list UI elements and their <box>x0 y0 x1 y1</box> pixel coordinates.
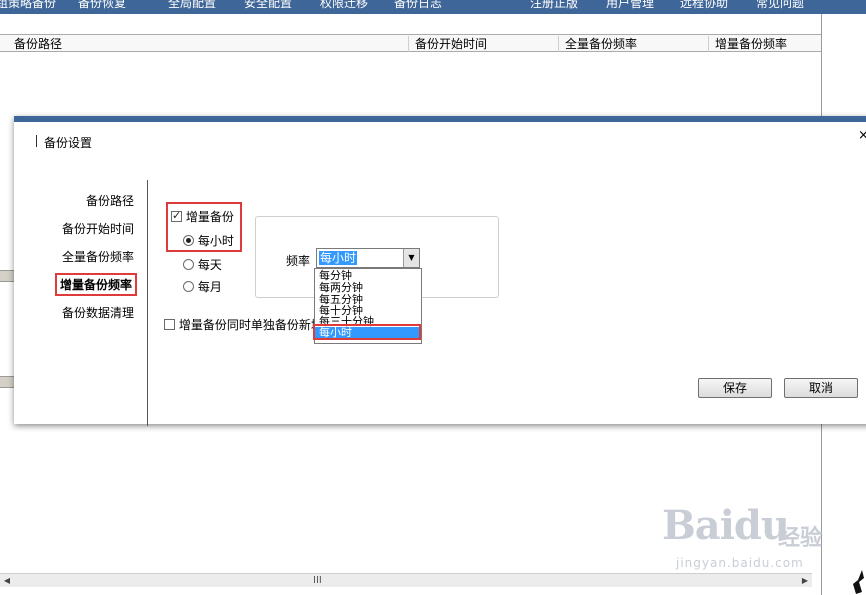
settings-nav-incremental-frequency[interactable]: 增量备份频率 <box>54 273 138 296</box>
radio-hourly-label: 每小时 <box>197 234 234 248</box>
highlight-box <box>313 324 421 340</box>
watermark-logo: Baidu <box>662 502 790 549</box>
backup-settings-dialog: 备份设置 × 备份路径 备份开始时间 全量备份频率 增量备份频率 备份数据清理 … <box>14 116 866 426</box>
scroll-right-icon[interactable]: ▶ <box>798 574 812 588</box>
frequency-label: 频率 <box>286 254 311 268</box>
radio-unchecked-icon <box>183 281 194 292</box>
dropdown-option[interactable]: 每分钟 <box>319 270 352 281</box>
separate-backup-checkbox[interactable]: 增量备份同时单独备份新增 <box>164 316 323 333</box>
checkbox-unchecked-icon <box>164 319 175 330</box>
radio-monthly-label: 每月 <box>197 280 222 294</box>
nav-item-restore[interactable]: 备份恢复 <box>78 0 126 11</box>
settings-nav-data-cleanup[interactable]: 备份数据清理 <box>62 304 134 321</box>
incremental-backup-label: 增量备份 <box>185 210 234 224</box>
frequency-select[interactable]: 每小时 ▼ <box>316 248 420 268</box>
radio-daily-label: 每天 <box>197 258 222 272</box>
radio-monthly[interactable]: 每月 <box>183 278 222 295</box>
baidu-jingyan-watermark: Baidu 经验 jingyan.baidu.com <box>662 502 822 572</box>
settings-nav-backup-path[interactable]: 备份路径 <box>86 192 134 209</box>
dialog-title: 备份设置 <box>44 136 93 150</box>
title-marker <box>36 135 37 147</box>
scroll-left-icon[interactable]: ◀ <box>0 574 14 588</box>
separate-backup-label: 增量备份同时单独备份新增 <box>178 318 323 332</box>
vertical-divider <box>147 180 148 426</box>
nav-item-remote-assist[interactable]: 远程协助 <box>680 0 728 11</box>
nav-item-user-management[interactable]: 用户管理 <box>606 0 654 11</box>
incremental-backup-checkbox[interactable]: 增量备份 <box>171 208 234 225</box>
radio-daily[interactable]: 每天 <box>183 256 222 273</box>
column-header-incremental-frequency[interactable]: 增量备份频率 <box>708 36 821 52</box>
watermark-url: jingyan.baidu.com <box>676 556 804 570</box>
radio-unchecked-icon <box>183 259 194 270</box>
nav-item-global-config[interactable]: 全局配置 <box>168 0 216 11</box>
watermark-logo-cn: 经验 <box>778 526 823 551</box>
nav-item-permission-migration[interactable]: 权限迁移 <box>320 0 368 11</box>
close-icon[interactable]: × <box>858 128 866 143</box>
column-header-full-frequency[interactable]: 全量备份频率 <box>558 36 708 52</box>
nav-item-faq[interactable]: 常见问题 <box>756 0 804 11</box>
nav-item-register[interactable]: 注册正版 <box>530 0 578 11</box>
scroll-grip[interactable]: III <box>313 575 322 586</box>
nav-item-security-config[interactable]: 安全配置 <box>244 0 292 11</box>
nav-item-gpo-backup[interactable]: 组策略备份 <box>0 0 56 11</box>
save-button[interactable]: 保存 <box>698 378 772 398</box>
top-nav-bar: 组策略备份 备份恢复 全局配置 安全配置 权限迁移 备份日志 注册正版 用户管理… <box>0 0 866 14</box>
settings-nav-start-time[interactable]: 备份开始时间 <box>62 220 134 237</box>
checkbox-checked-icon <box>171 209 182 222</box>
horizontal-scrollbar[interactable]: ◀ III ▶ <box>0 573 812 587</box>
settings-nav-full-frequency[interactable]: 全量备份频率 <box>62 248 134 265</box>
frequency-selected-value: 每小时 <box>319 251 358 265</box>
radio-hourly[interactable]: 每小时 <box>183 232 234 249</box>
dropdown-option[interactable]: 每两分钟 <box>319 282 363 293</box>
column-header-backup-path[interactable]: 备份路径 <box>8 36 408 52</box>
cursor-icon <box>853 570 864 594</box>
chevron-down-icon[interactable]: ▼ <box>403 249 419 267</box>
cancel-button[interactable]: 取消 <box>784 378 858 398</box>
column-header-start-time[interactable]: 备份开始时间 <box>408 36 558 52</box>
nav-item-backup-log[interactable]: 备份日志 <box>394 0 442 11</box>
table-header: 备份路径 备份开始时间 全量备份频率 增量备份频率 <box>0 34 821 52</box>
radio-checked-icon <box>183 235 194 246</box>
